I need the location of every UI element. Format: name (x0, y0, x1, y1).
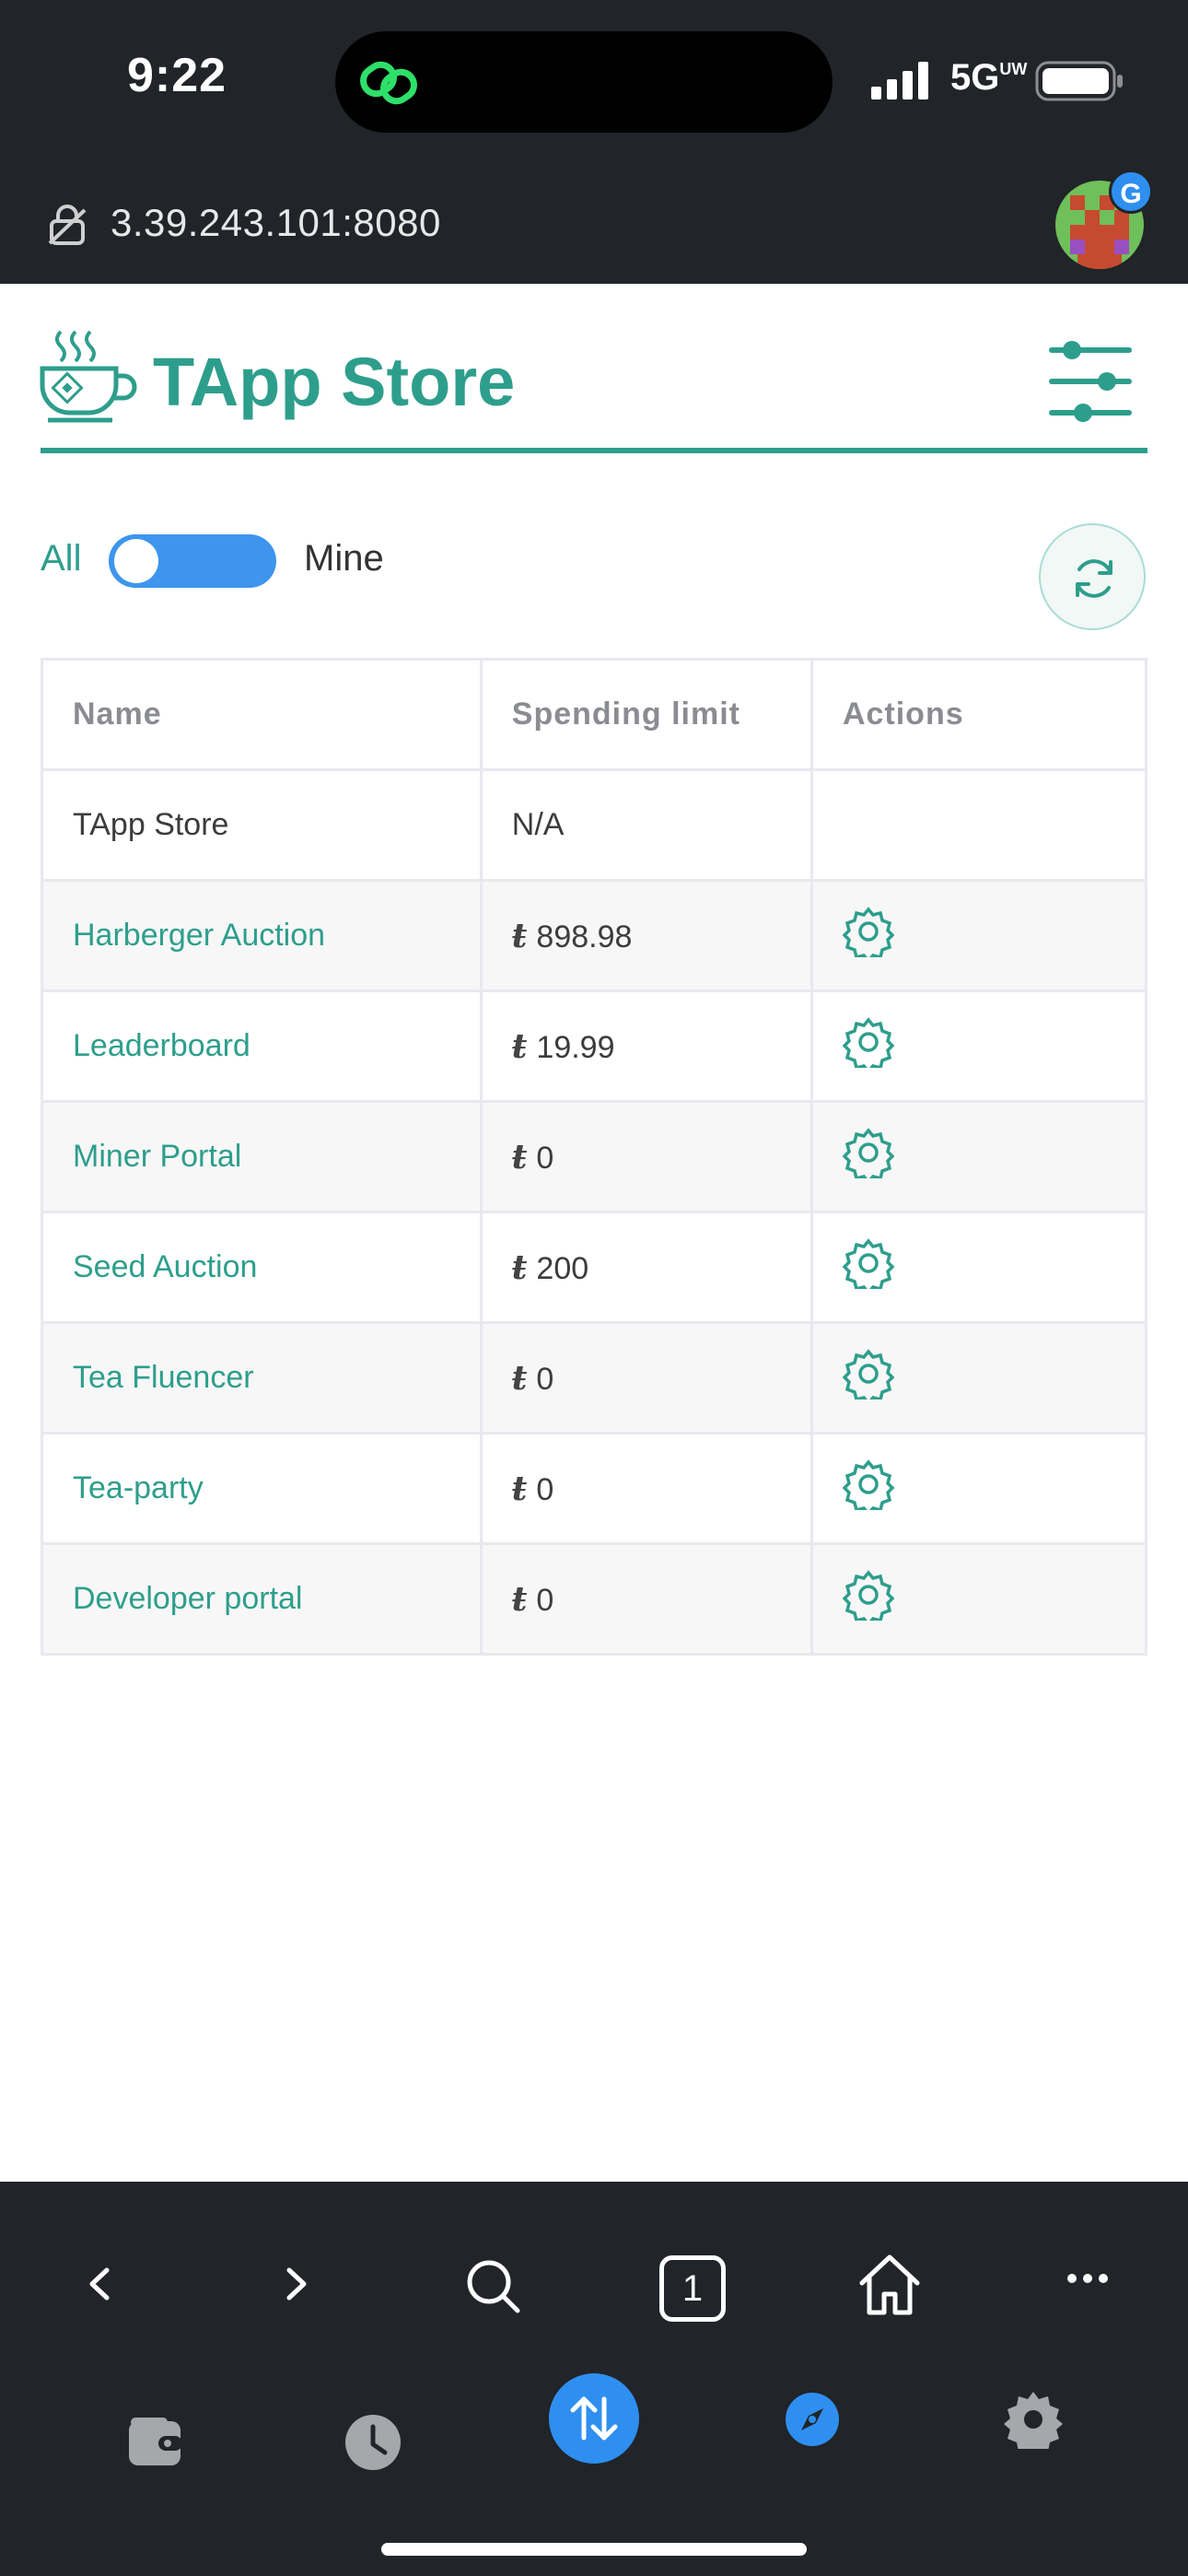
row-name-link[interactable]: Developer portal (41, 1542, 483, 1656)
google-badge: G (1109, 170, 1153, 214)
limit-value: 19.99 (536, 1029, 615, 1065)
table-row: TApp Store N/A (41, 768, 1148, 882)
filter-settings-icon[interactable] (1046, 337, 1135, 426)
row-name-link[interactable]: Tea Fluencer (41, 1321, 483, 1434)
address-bar-url[interactable]: 3.39.243.101:8080 (111, 201, 441, 245)
tea-token-icon: ŧ (511, 1469, 528, 1508)
column-header-actions: Actions (809, 658, 1148, 771)
table-header-row: Name Spending limit Actions (41, 658, 1148, 771)
toggle-knob (114, 539, 158, 583)
row-spending-limit: ŧ0 (479, 1432, 813, 1545)
row-actions-empty (809, 768, 1148, 882)
settings-gear-icon[interactable] (842, 1458, 895, 1518)
row-name-link[interactable]: Miner Portal (41, 1100, 483, 1213)
row-name: TApp Store (41, 768, 483, 882)
row-name-link[interactable]: Seed Auction (41, 1211, 483, 1324)
row-spending-limit: ŧ 19.99 (479, 989, 813, 1103)
history-icon[interactable] (344, 2414, 402, 2476)
table-row: Harberger Auction ŧ 898.98 (41, 879, 1148, 992)
row-name-link[interactable]: Tea-party (41, 1432, 483, 1545)
row-name-link[interactable]: Leaderboard (41, 989, 483, 1103)
back-icon[interactable] (77, 2261, 123, 2312)
table-row: Leaderboard ŧ 19.99 (41, 989, 1148, 1103)
page-title: TApp Store (153, 344, 516, 420)
tea-token-icon: ŧ (511, 1579, 528, 1619)
row-actions (809, 1432, 1148, 1545)
refresh-button[interactable] (1039, 523, 1146, 630)
settings-gear-icon[interactable] (842, 1016, 895, 1076)
table-row: Developer portal ŧ0 (41, 1542, 1148, 1656)
row-actions (809, 879, 1148, 992)
row-spending-limit: ŧ0 (479, 1321, 813, 1434)
tea-token-icon: ŧ (511, 1247, 528, 1287)
battery-icon (1035, 61, 1125, 106)
tea-cup-logo-icon (39, 328, 140, 430)
table-row: Tea Fluencer ŧ0 (41, 1321, 1148, 1434)
network-indicator: 5GUW (950, 57, 1028, 99)
row-spending-limit: ŧ0 (479, 1542, 813, 1656)
tabs-count-button[interactable]: 1 (659, 2255, 726, 2322)
column-header-name[interactable]: Name (41, 658, 483, 771)
row-actions (809, 1542, 1148, 1656)
row-actions (809, 1211, 1148, 1324)
status-time: 9:22 (127, 49, 227, 102)
row-actions (809, 989, 1148, 1103)
wallet-icon[interactable] (127, 2416, 182, 2472)
swap-icon (570, 2396, 618, 2441)
tea-token-icon: ŧ (511, 916, 528, 955)
limit-value: 898.98 (536, 919, 633, 954)
limit-value: 0 (536, 1582, 554, 1618)
settings-icon[interactable] (1004, 2390, 1063, 2456)
limit-value: 0 (536, 1471, 554, 1507)
column-header-spending-limit[interactable]: Spending limit (479, 658, 813, 771)
tea-token-icon: ŧ (511, 1026, 528, 1066)
limit-value: 0 (536, 1361, 554, 1397)
table-row: Tea-party ŧ0 (41, 1432, 1148, 1545)
refresh-icon (1076, 559, 1112, 598)
row-spending-limit: ŧ0 (479, 1100, 813, 1213)
table-row: Seed Auction ŧ 200 (41, 1211, 1148, 1324)
tapps-table: Name Spending limit Actions TApp Store N… (41, 658, 1148, 1656)
tea-token-icon: ŧ (511, 1358, 528, 1398)
search-icon[interactable] (464, 2257, 523, 2321)
cellular-signal-icon (869, 61, 934, 104)
explore-icon[interactable] (785, 2392, 840, 2452)
dynamic-island (335, 31, 833, 133)
filter-all-label[interactable]: All (41, 538, 81, 580)
row-spending-limit: ŧ 898.98 (479, 879, 813, 992)
home-icon[interactable] (856, 2252, 923, 2323)
settings-gear-icon[interactable] (842, 906, 895, 966)
limit-value: 200 (536, 1250, 589, 1286)
network-label: 5G (950, 57, 1000, 98)
row-actions (809, 1321, 1148, 1434)
settings-gear-icon[interactable] (842, 1569, 895, 1629)
row-spending-limit: ŧ 200 (479, 1211, 813, 1324)
all-mine-toggle[interactable] (109, 534, 276, 588)
swap-button[interactable] (549, 2373, 639, 2464)
settings-gear-icon[interactable] (842, 1127, 895, 1187)
table-body: TApp Store N/A Harberger Auction ŧ 898.98… (41, 768, 1148, 1656)
more-icon[interactable] (1066, 2272, 1109, 2289)
settings-gear-icon[interactable] (842, 1348, 895, 1408)
filter-mine-label[interactable]: Mine (304, 538, 384, 580)
forward-icon[interactable] (273, 2261, 319, 2312)
table-row: Miner Portal ŧ0 (41, 1100, 1148, 1213)
row-spending-limit: N/A (479, 768, 813, 882)
row-name-link[interactable]: Harberger Auction (41, 879, 483, 992)
header-divider (41, 448, 1147, 453)
tea-token-icon: ŧ (511, 1137, 528, 1177)
limit-value: 0 (536, 1140, 554, 1176)
row-actions (809, 1100, 1148, 1213)
insecure-lock-icon[interactable] (46, 205, 88, 252)
browser-top-bar: 9:22 5GUW 3.39.243.101:8080 G (0, 0, 1188, 284)
home-indicator[interactable] (381, 2543, 807, 2556)
network-sub-label: UW (999, 60, 1028, 78)
settings-gear-icon[interactable] (842, 1237, 895, 1297)
link-icon (357, 55, 422, 115)
